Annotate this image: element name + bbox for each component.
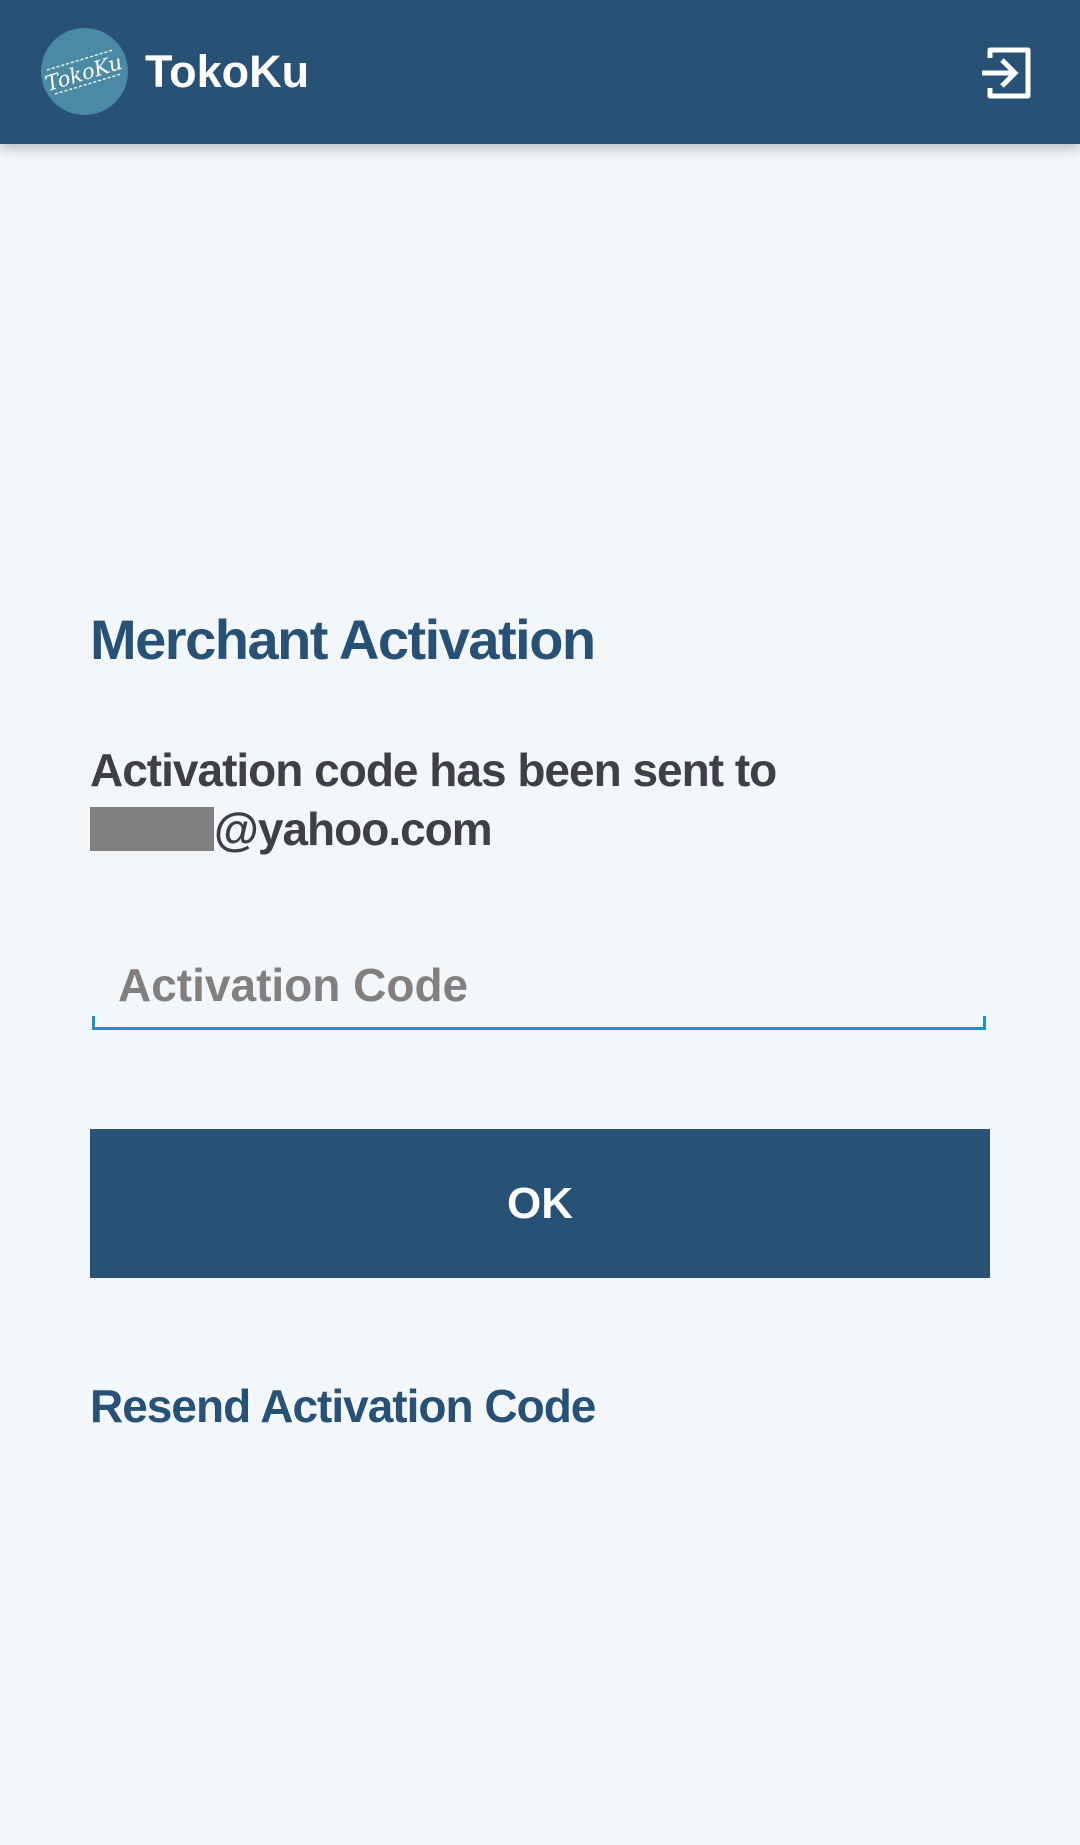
page-title: Merchant Activation	[90, 608, 596, 671]
activation-code-field[interactable]	[92, 945, 986, 1030]
app-bar: TokoKu TokoKu	[0, 0, 1080, 144]
app-title: TokoKu	[145, 46, 310, 97]
exit-to-app-icon	[982, 47, 1031, 99]
tokoku-logo: TokoKu	[41, 28, 128, 115]
resend-activation-code-link[interactable]: Resend Activation Code	[90, 1376, 596, 1436]
email-domain: @yahoo.com	[214, 803, 493, 855]
activation-message: Activation code has been sent to	[90, 744, 777, 796]
email-address: @yahoo.com	[90, 799, 493, 859]
ok-button[interactable]: OK	[90, 1129, 990, 1278]
activation-code-input[interactable]	[92, 945, 986, 1025]
logout-button[interactable]	[976, 44, 1034, 102]
redacted-email-user	[90, 807, 214, 851]
